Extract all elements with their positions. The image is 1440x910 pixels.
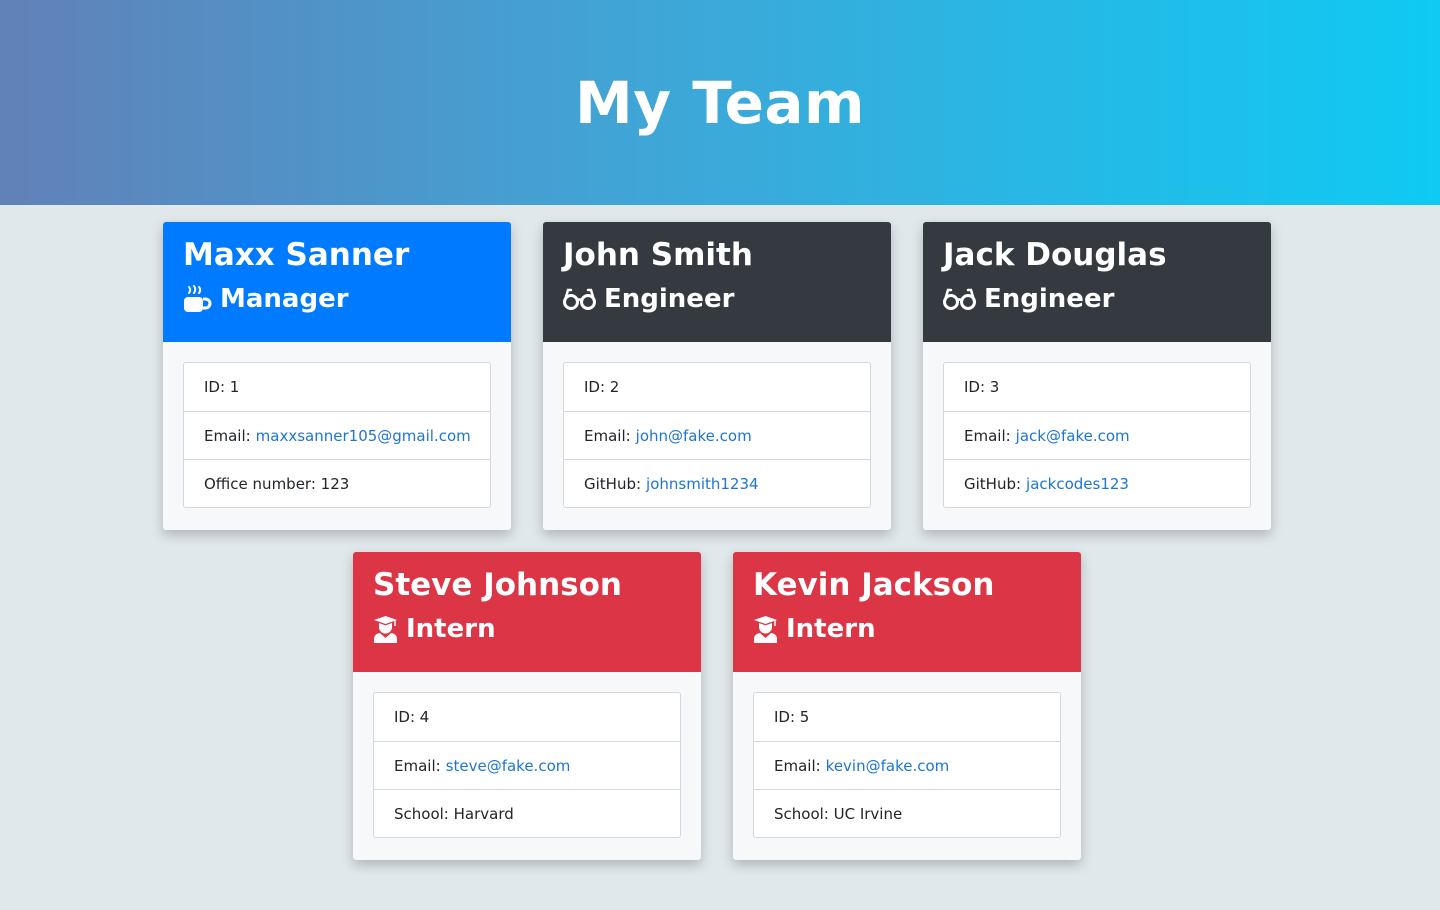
card-body: ID: 1 Email: maxxsanner105@gmail.com Off… <box>163 342 511 528</box>
email-link[interactable]: maxxsanner105@gmail.com <box>256 427 471 445</box>
card-body: ID: 5 Email: kevin@fake.com School: UC I… <box>733 672 1081 858</box>
employee-role-label: Engineer <box>604 284 735 314</box>
github-link[interactable]: jackcodes123 <box>1026 475 1129 493</box>
employee-card-engineer: John Smith Engineer ID: 2 Email: john@fa… <box>543 222 891 530</box>
github-item: GitHub: johnsmith1234 <box>564 459 870 507</box>
github-label: GitHub: <box>964 474 1022 493</box>
employee-role-label: Intern <box>406 614 496 644</box>
email-link[interactable]: kevin@fake.com <box>826 757 950 775</box>
employee-card-engineer: Jack Douglas Engineer ID: 3 Email: jack@… <box>923 222 1271 530</box>
id-text: ID: 1 <box>204 378 240 396</box>
email-label: Email: <box>204 426 251 445</box>
email-item: Email: john@fake.com <box>564 411 870 459</box>
card-body: ID: 4 Email: steve@fake.com School: Harv… <box>353 672 701 858</box>
info-list: ID: 1 Email: maxxsanner105@gmail.com Off… <box>183 362 491 508</box>
id-text: ID: 5 <box>774 708 810 726</box>
github-label: GitHub: <box>584 474 642 493</box>
email-item: Email: maxxsanner105@gmail.com <box>184 411 490 459</box>
id-text: ID: 2 <box>584 378 620 396</box>
id-text: ID: 3 <box>964 378 1000 396</box>
email-item: Email: steve@fake.com <box>374 741 680 789</box>
id-item: ID: 1 <box>184 363 490 411</box>
info-list: ID: 5 Email: kevin@fake.com School: UC I… <box>753 692 1061 838</box>
employee-card-intern: Kevin Jackson Intern ID: 5 Email: kevin@… <box>733 552 1081 860</box>
card-body: ID: 3 Email: jack@fake.com GitHub: jackc… <box>923 342 1271 528</box>
school-item: School: UC Irvine <box>754 789 1060 837</box>
email-label: Email: <box>584 426 631 445</box>
employee-name: Maxx Sanner <box>183 237 410 273</box>
coffee-icon <box>184 285 212 312</box>
info-list: ID: 2 Email: john@fake.com GitHub: johns… <box>563 362 871 508</box>
school-text: School: Harvard <box>394 804 514 823</box>
employee-role-label: Intern <box>786 614 876 644</box>
employee-name: Kevin Jackson <box>753 567 995 603</box>
employee-role: Manager <box>183 283 491 315</box>
employee-name: John Smith <box>563 237 753 273</box>
office-number-item: Office number: 123 <box>184 459 490 507</box>
employee-role: Engineer <box>943 283 1251 315</box>
card-header: Jack Douglas Engineer <box>923 222 1271 342</box>
id-text: ID: 4 <box>394 708 430 726</box>
email-link[interactable]: jack@fake.com <box>1016 427 1130 445</box>
employee-name: Jack Douglas <box>943 237 1167 273</box>
employee-name: Steve Johnson <box>373 567 622 603</box>
id-item: ID: 5 <box>754 693 1060 741</box>
card-header: Steve Johnson Intern <box>353 552 701 672</box>
github-item: GitHub: jackcodes123 <box>944 459 1250 507</box>
glasses-icon <box>563 288 596 310</box>
info-list: ID: 3 Email: jack@fake.com GitHub: jackc… <box>943 362 1251 508</box>
id-item: ID: 3 <box>944 363 1250 411</box>
email-label: Email: <box>774 756 821 775</box>
card-header: Kevin Jackson Intern <box>733 552 1081 672</box>
card-header: Maxx Sanner Manager <box>163 222 511 342</box>
page-title: My Team <box>575 68 865 137</box>
email-item: Email: jack@fake.com <box>944 411 1250 459</box>
info-list: ID: 4 Email: steve@fake.com School: Harv… <box>373 692 681 838</box>
school-item: School: Harvard <box>374 789 680 837</box>
email-link[interactable]: steve@fake.com <box>446 757 571 775</box>
graduate-icon <box>374 616 397 643</box>
card-body: ID: 2 Email: john@fake.com GitHub: johns… <box>543 342 891 528</box>
github-link[interactable]: johnsmith1234 <box>646 475 759 493</box>
employee-role: Intern <box>373 613 681 645</box>
email-label: Email: <box>964 426 1011 445</box>
email-item: Email: kevin@fake.com <box>754 741 1060 789</box>
employee-role: Engineer <box>563 283 871 315</box>
glasses-icon <box>943 288 976 310</box>
employee-card-manager: Maxx Sanner Manager ID: 1 Email: maxxsan… <box>163 222 511 530</box>
id-item: ID: 4 <box>374 693 680 741</box>
header-banner: My Team <box>0 0 1440 205</box>
employee-card-intern: Steve Johnson Intern ID: 4 Email: steve@… <box>353 552 701 860</box>
id-item: ID: 2 <box>564 363 870 411</box>
card-header: John Smith Engineer <box>543 222 891 342</box>
graduate-icon <box>754 616 777 643</box>
email-label: Email: <box>394 756 441 775</box>
email-link[interactable]: john@fake.com <box>636 427 752 445</box>
office-number-text: Office number: 123 <box>204 474 350 493</box>
employee-role: Intern <box>753 613 1061 645</box>
school-text: School: UC Irvine <box>774 804 903 823</box>
employee-role-label: Manager <box>220 284 349 314</box>
employee-role-label: Engineer <box>984 284 1115 314</box>
